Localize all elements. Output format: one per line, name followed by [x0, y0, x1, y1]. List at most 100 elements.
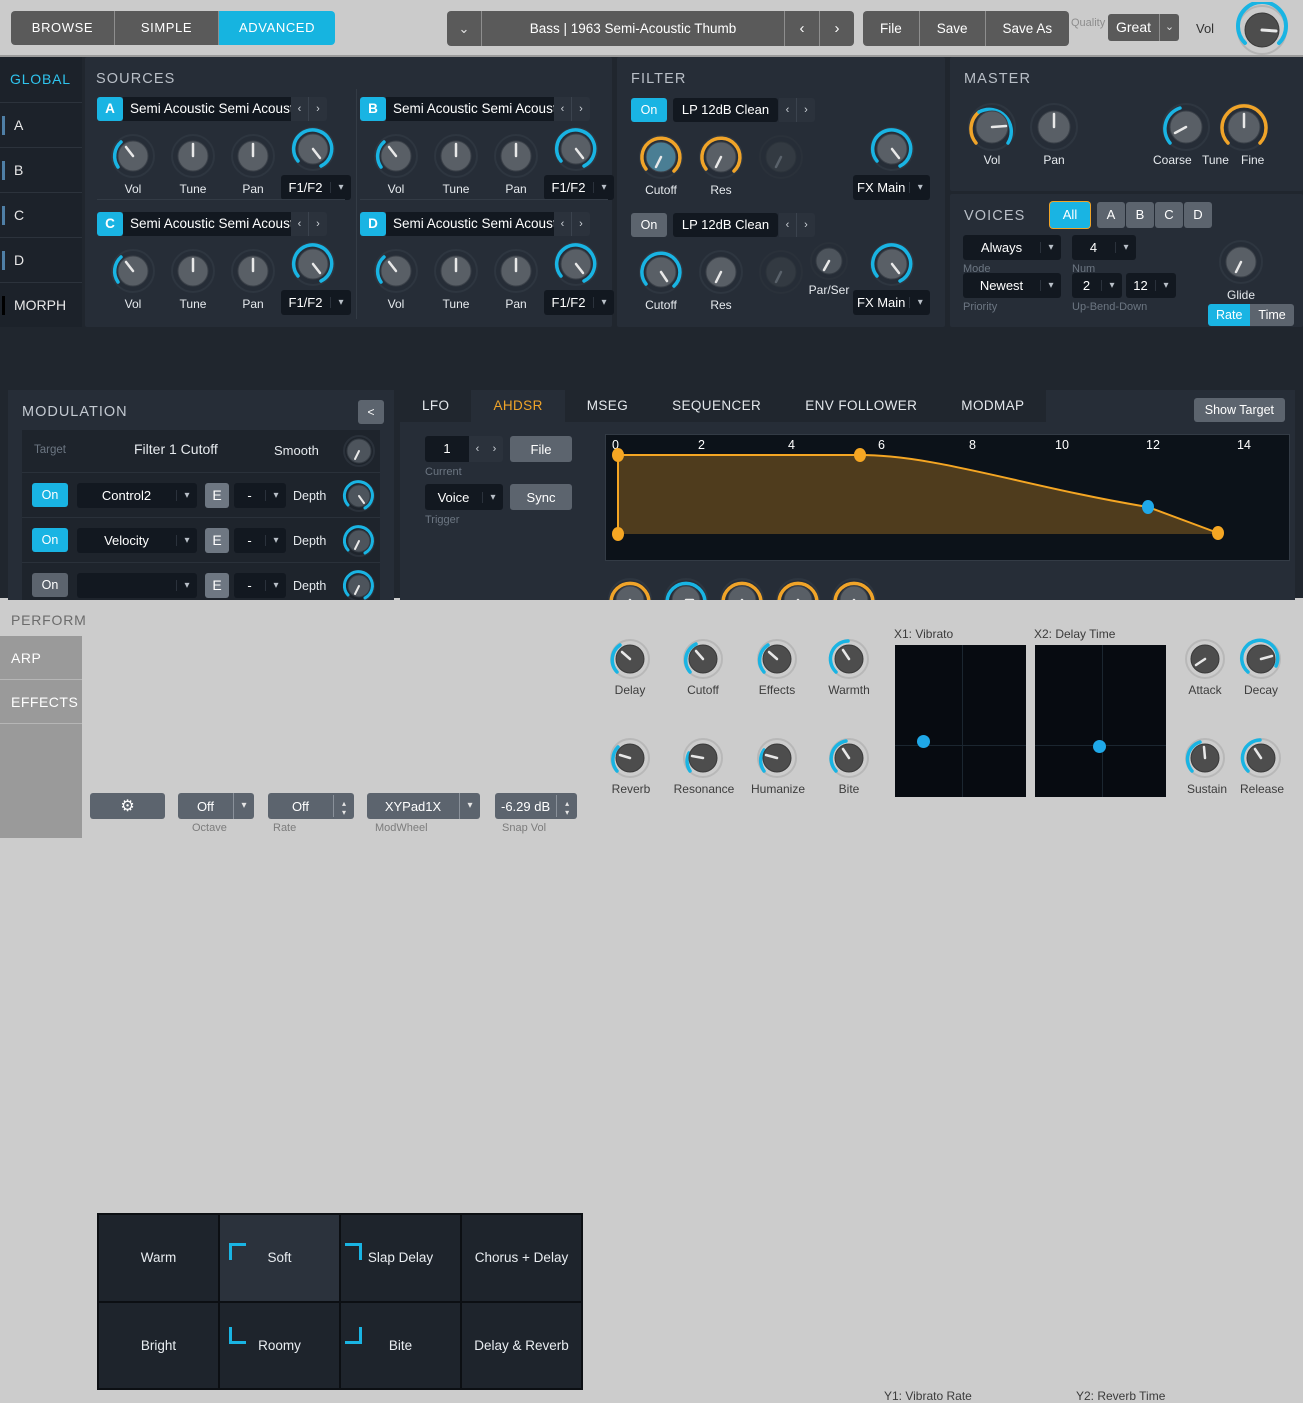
macro-bite-knob[interactable] — [826, 735, 872, 781]
filter1-res-knob[interactable] — [695, 131, 747, 183]
modulation-target-value[interactable]: Filter 1 Cutoff — [134, 441, 218, 457]
preset-prev-button[interactable]: ‹ — [784, 11, 819, 46]
pad-bright[interactable]: Bright — [99, 1303, 218, 1389]
pad-chorus-delay[interactable]: Chorus + Delay — [462, 1215, 581, 1301]
source-b-name[interactable]: Semi Acoustic Semi Acoustic T — [386, 97, 554, 121]
source-d-routing-select[interactable]: F1/F2 ▾ — [544, 290, 614, 315]
envelope-graph[interactable]: 0 2 4 6 8 10 12 14 — [605, 434, 1290, 561]
glide-rate-button[interactable]: Rate — [1208, 304, 1250, 326]
source-d-vol-knob[interactable] — [370, 245, 422, 297]
master-vol-knob-main[interactable] — [964, 99, 1020, 155]
filter2-extra-knob[interactable] — [755, 246, 807, 298]
filter1-type[interactable]: LP 12dB Clean — [673, 98, 778, 122]
save-button[interactable]: Save — [920, 11, 986, 46]
tab-env-follower[interactable]: ENV FOLLOWER — [783, 390, 939, 422]
source-b-pan-knob[interactable] — [490, 130, 542, 182]
source-c-name[interactable]: Semi Acoustic Semi Acoustic T — [123, 212, 291, 236]
filter1-cutoff-knob[interactable] — [635, 131, 687, 183]
source-a-nav[interactable]: ‹› — [291, 97, 327, 121]
source-c-vol-knob[interactable] — [107, 245, 159, 297]
mod3-aux-select[interactable]: - ▾ — [234, 573, 286, 598]
rail-item-c[interactable]: C — [0, 192, 82, 237]
source-a-name[interactable]: Semi Acoustic Semi Acoustic T — [123, 97, 291, 121]
master-pan-knob[interactable] — [1026, 99, 1082, 155]
octave-select[interactable]: Off ▾ — [178, 793, 254, 819]
filter1-nav[interactable]: ‹› — [779, 98, 815, 122]
rail-item-d[interactable]: D — [0, 237, 82, 282]
master-vol-knob[interactable] — [1234, 2, 1290, 58]
source-c-route-knob[interactable] — [287, 238, 339, 290]
macro-humanize-knob[interactable] — [754, 735, 800, 781]
voices-c-button[interactable]: C — [1155, 202, 1183, 228]
xypad-2[interactable] — [1035, 645, 1166, 797]
glide-knob[interactable] — [1215, 236, 1267, 288]
source-b-tune-knob[interactable] — [430, 130, 482, 182]
ahdsr-sync-button[interactable]: Sync — [510, 484, 572, 510]
ahdsr-trigger-select[interactable]: Voice ▾ — [425, 484, 503, 510]
perform-decay-knob[interactable] — [1238, 636, 1284, 682]
mod3-on-button[interactable]: On — [32, 573, 68, 597]
macro-resonance-knob[interactable] — [680, 735, 726, 781]
macro-warmth-knob[interactable] — [826, 636, 872, 682]
voices-a-button[interactable]: A — [1097, 202, 1125, 228]
mod1-e-button[interactable]: E — [205, 483, 229, 508]
snapvol-stepper[interactable]: -6.29 dB ▴▾ — [495, 793, 577, 819]
pad-delay-reverb[interactable]: Delay & Reverb — [462, 1303, 581, 1389]
mod1-on-button[interactable]: On — [32, 483, 68, 507]
modwheel-select[interactable]: XYPad1X ▾ — [367, 793, 480, 819]
preset-name[interactable]: Bass | 1963 Semi-Acoustic Thumb — [482, 11, 784, 46]
glide-time-button[interactable]: Time — [1250, 304, 1293, 326]
file-button[interactable]: File — [863, 11, 920, 46]
filter1-fx-select[interactable]: FX Main ▾ — [853, 175, 930, 200]
mode-browse-button[interactable]: BROWSE — [11, 11, 115, 45]
mode-simple-button[interactable]: SIMPLE — [115, 11, 219, 45]
show-target-button[interactable]: Show Target — [1194, 398, 1285, 422]
preset-dropdown-icon[interactable]: ⌄ — [447, 11, 482, 46]
tab-mseg[interactable]: MSEG — [565, 390, 650, 422]
voices-num-select[interactable]: 4 ▾ — [1072, 235, 1136, 260]
source-c-badge[interactable]: C — [97, 212, 123, 236]
voices-mode-select[interactable]: Always ▾ — [963, 235, 1061, 260]
glide-rate-time-toggle[interactable]: Rate Time — [1208, 304, 1294, 326]
perform-sustain-knob[interactable] — [1182, 735, 1228, 781]
macro-reverb-knob[interactable] — [607, 735, 653, 781]
tab-sequencer[interactable]: SEQUENCER — [650, 390, 783, 422]
tab-modmap[interactable]: MODMAP — [939, 390, 1046, 422]
filter2-fx-knob[interactable] — [866, 238, 918, 290]
mod2-on-button[interactable]: On — [32, 528, 68, 552]
macro-cutoff-knob[interactable] — [680, 636, 726, 682]
master-coarse-knob[interactable] — [1158, 99, 1214, 155]
source-d-pan-knob[interactable] — [490, 245, 542, 297]
xypad1-dot[interactable] — [917, 735, 930, 748]
source-a-tune-knob[interactable] — [167, 130, 219, 182]
mod3-e-button[interactable]: E — [205, 573, 229, 598]
filter1-on-button[interactable]: On — [631, 98, 667, 122]
mod1-source-select[interactable]: Control2 ▾ — [77, 483, 197, 508]
filter2-res-knob[interactable] — [695, 246, 747, 298]
voices-priority-select[interactable]: Newest ▾ — [963, 273, 1061, 298]
filter2-type[interactable]: LP 12dB Clean — [673, 213, 778, 237]
xypad2-dot[interactable] — [1093, 740, 1106, 753]
filter2-fx-select[interactable]: FX Main ▾ — [853, 290, 930, 315]
mod1-aux-select[interactable]: - ▾ — [234, 483, 286, 508]
rate-stepper[interactable]: Off ▴▾ — [268, 793, 354, 819]
source-b-route-knob[interactable] — [550, 123, 602, 175]
perform-settings-button[interactable]: ⚙ — [90, 793, 165, 819]
modulation-collapse-button[interactable]: < — [358, 400, 384, 424]
voices-benddown-select[interactable]: 12 ▾ — [1126, 273, 1176, 298]
filter1-fx-knob[interactable] — [866, 123, 918, 175]
ahdsr-current-stepper[interactable]: 1 ‹ › — [425, 436, 503, 462]
source-b-vol-knob[interactable] — [370, 130, 422, 182]
rail-item-b[interactable]: B — [0, 147, 82, 192]
filter2-on-button[interactable]: On — [631, 213, 667, 237]
source-b-badge[interactable]: B — [360, 97, 386, 121]
perform-attack-knob[interactable] — [1182, 636, 1228, 682]
source-b-routing-select[interactable]: F1/F2 ▾ — [544, 175, 614, 200]
pad-warm[interactable]: Warm — [99, 1215, 218, 1301]
save-as-button[interactable]: Save As — [986, 11, 1070, 46]
xypad-1[interactable] — [895, 645, 1026, 797]
tab-ahdsr[interactable]: AHDSR — [471, 390, 564, 422]
mod3-source-select[interactable]: ▾ — [77, 573, 197, 598]
quality-select[interactable]: Great ⌄ — [1108, 14, 1179, 41]
filter1-extra-knob[interactable] — [755, 131, 807, 183]
